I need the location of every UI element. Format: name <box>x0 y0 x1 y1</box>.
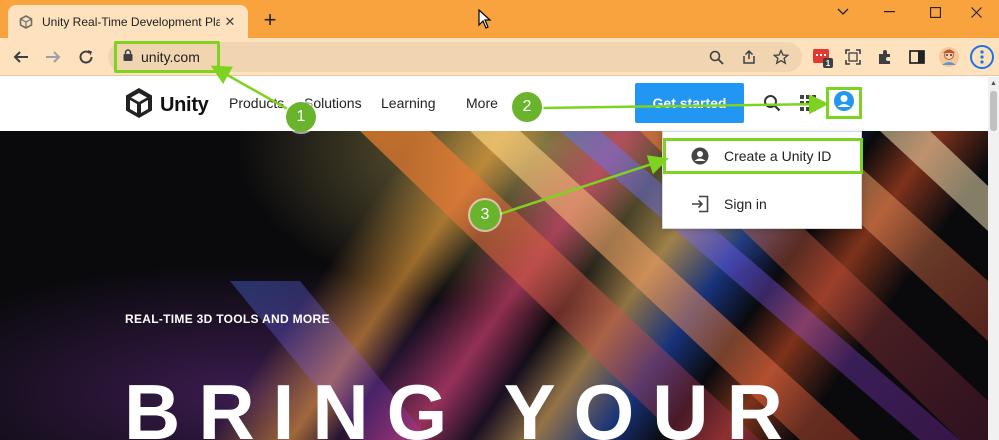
address-bar[interactable]: unity.com <box>108 41 802 73</box>
screen-capture-icon[interactable] <box>842 46 864 68</box>
get-started-button[interactable]: Get started <box>635 83 744 123</box>
annotation-badge-3: 3 <box>470 200 500 230</box>
share-icon[interactable] <box>741 49 757 65</box>
new-tab-button[interactable]: + <box>258 9 282 31</box>
account-circle-icon <box>691 147 709 165</box>
sign-in-icon <box>691 195 709 213</box>
account-circle-icon <box>833 90 855 117</box>
side-panel-icon[interactable] <box>906 46 928 68</box>
account-button[interactable] <box>826 87 862 119</box>
apps-grid-icon[interactable] <box>796 91 820 115</box>
tab-title: Unity Real-Time Development Pla <box>42 14 220 29</box>
scroll-thumb[interactable] <box>990 91 997 131</box>
sign-in-label: Sign in <box>724 196 767 212</box>
site-header: Unity Products Solutions Learning More G… <box>0 77 988 131</box>
scroll-up-arrow-icon[interactable]: ▲ <box>990 80 997 87</box>
back-button[interactable] <box>10 46 32 68</box>
create-unity-id-label: Create a Unity ID <box>724 148 832 164</box>
annotation-badge-1: 1 <box>286 102 316 132</box>
extension-badge-count: 1 <box>826 59 831 68</box>
sign-in-item[interactable]: Sign in <box>663 186 863 222</box>
unity-favicon-icon <box>18 14 34 30</box>
maximize-button[interactable] <box>912 0 958 24</box>
nav-learning[interactable]: Learning <box>381 95 436 111</box>
reload-button[interactable] <box>75 46 97 68</box>
create-unity-id-item[interactable]: Create a Unity ID <box>663 138 863 174</box>
logo-text: Unity <box>160 94 209 116</box>
unity-cube-icon <box>124 87 154 124</box>
tab-search-chevron-icon[interactable] <box>820 0 866 24</box>
browser-toolbar: unity.com 1 <box>0 38 999 76</box>
annotation-badge-2: 2 <box>512 92 542 122</box>
nav-products[interactable]: Products <box>229 95 284 111</box>
browser-menu-icon[interactable] <box>970 45 994 69</box>
page-scrollbar[interactable]: ▲ <box>988 77 999 440</box>
extension-todoist-icon[interactable]: 1 <box>812 46 834 68</box>
mouse-cursor-icon <box>478 8 492 34</box>
nav-more[interactable]: More <box>466 95 498 111</box>
browser-tab[interactable]: Unity Real-Time Development Pla ✕ <box>8 5 248 38</box>
unity-logo[interactable]: Unity <box>124 87 209 124</box>
minimize-button[interactable] <box>866 0 912 24</box>
hero-title: BRING YOUR <box>124 368 801 440</box>
search-icon[interactable] <box>760 91 784 115</box>
url-highlight[interactable]: unity.com <box>114 41 220 73</box>
lock-icon <box>123 48 133 66</box>
zoom-search-icon[interactable] <box>708 49 724 65</box>
profile-avatar[interactable] <box>938 46 960 68</box>
forward-button[interactable] <box>42 46 64 68</box>
tab-close-icon[interactable]: ✕ <box>222 14 238 30</box>
close-window-button[interactable] <box>953 0 999 24</box>
hero-eyebrow: REAL-TIME 3D TOOLS AND MORE <box>125 312 330 326</box>
account-dropdown: Create a Unity ID Sign in <box>662 131 863 229</box>
browser-tab-strip: Unity Real-Time Development Pla ✕ + <box>0 0 999 38</box>
bookmark-star-icon[interactable] <box>773 49 789 65</box>
url-text: unity.com <box>141 49 200 65</box>
extensions-puzzle-icon[interactable] <box>874 46 896 68</box>
